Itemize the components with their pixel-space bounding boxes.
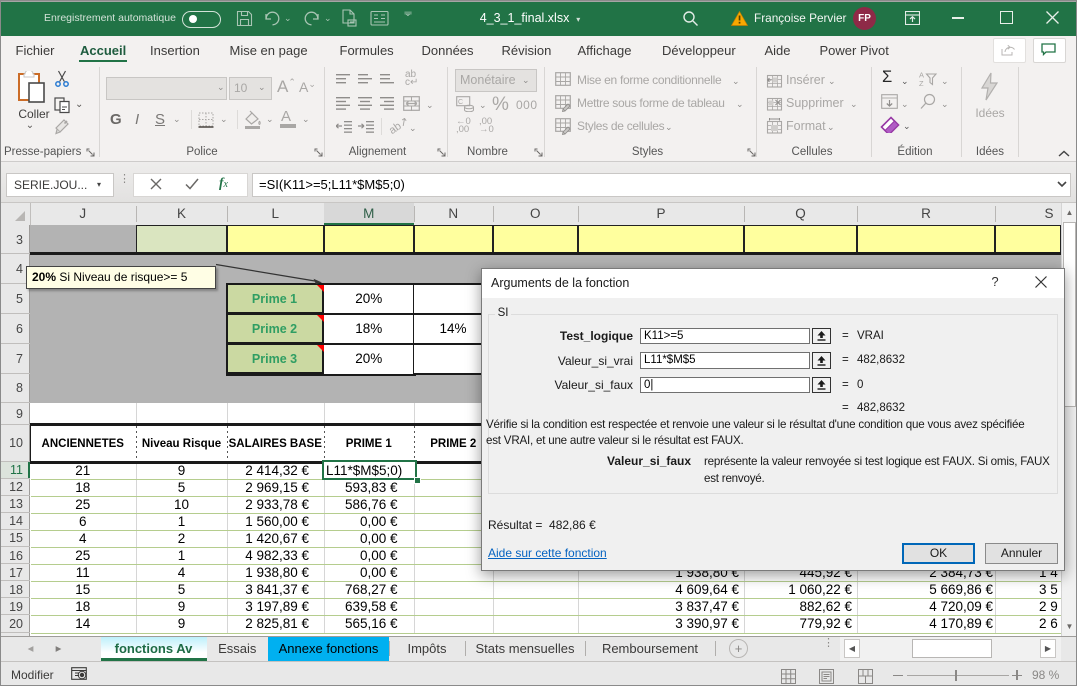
svg-text:C: C [458, 99, 463, 106]
svg-text:Z: Z [919, 79, 924, 86]
